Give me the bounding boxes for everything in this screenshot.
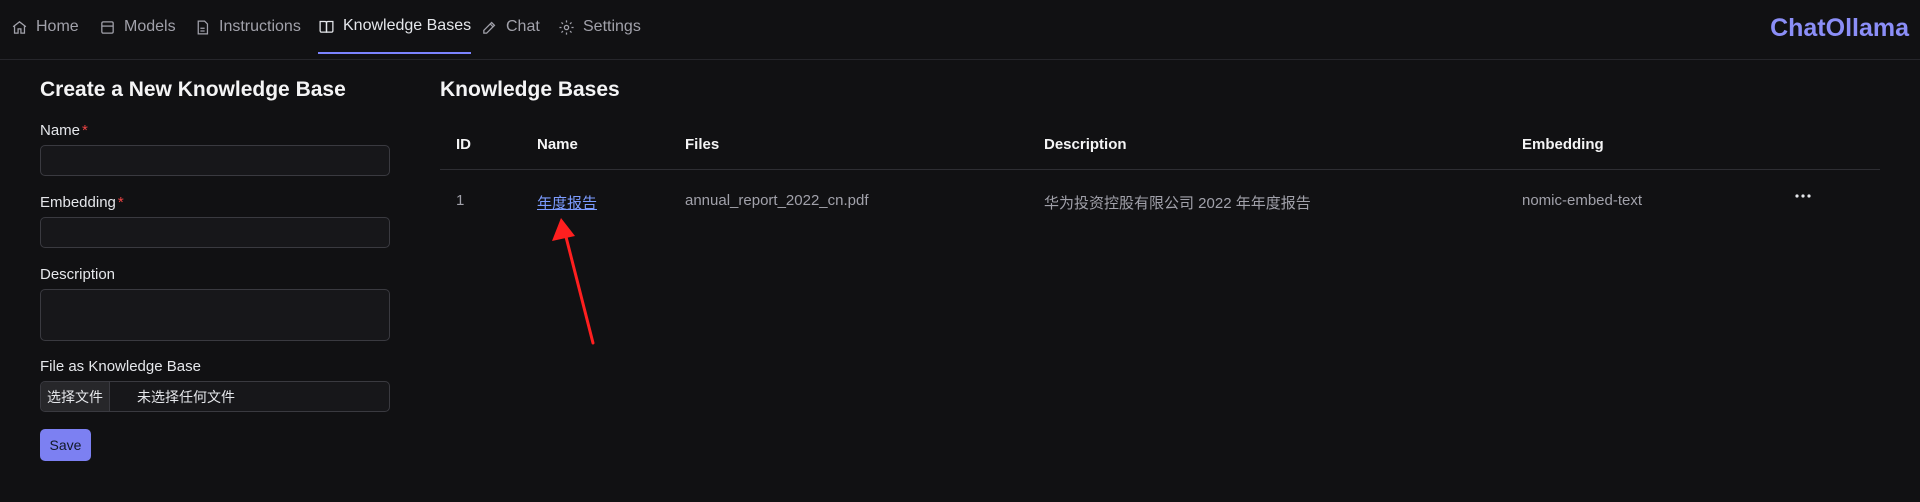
description-label: Description — [40, 266, 116, 283]
nav-knowledge-bases-label: Knowledge Bases — [343, 17, 472, 34]
more-horizontal-icon — [1795, 194, 1811, 198]
column-header-embedding: Embedding — [1522, 136, 1604, 153]
nav-chat-label: Chat — [506, 18, 540, 35]
embedding-label: Embedding * — [40, 194, 124, 211]
table-title: Knowledge Bases — [440, 78, 620, 101]
column-header-files: Files — [685, 136, 720, 153]
row-id: 1 — [456, 192, 465, 209]
nav-home[interactable]: Home — [11, 0, 79, 54]
gear-icon — [559, 19, 574, 35]
file-status-text: 未选择任何文件 — [137, 388, 235, 405]
row-files: annual_report_2022_cn.pdf — [685, 192, 869, 209]
app-logo[interactable]: ChatOllama — [1770, 14, 1909, 43]
column-header-description: Description — [1044, 136, 1127, 153]
choose-file-button[interactable]: 选择文件 — [41, 382, 110, 411]
nav-models-label: Models — [124, 18, 176, 35]
annotation-arrow — [552, 218, 595, 345]
required-marker: * — [82, 122, 88, 139]
edit-icon — [483, 21, 496, 34]
file-label: File as Knowledge Base — [40, 358, 201, 375]
embedding-label-text: Embedding — [40, 194, 116, 211]
home-icon — [12, 20, 27, 34]
top-navigation: Home Models Instructions Knowledge Bases… — [0, 0, 1920, 60]
nav-instructions-label: Instructions — [219, 18, 301, 35]
file-input[interactable]: 选择文件 未选择任何文件 — [40, 381, 390, 412]
description-textarea[interactable] — [40, 289, 390, 341]
column-header-id: ID — [456, 136, 471, 153]
nav-chat[interactable]: Chat — [481, 0, 540, 54]
table-header-divider — [440, 169, 1880, 170]
column-header-name: Name — [537, 136, 578, 153]
embedding-select[interactable] — [40, 217, 390, 248]
nav-home-label: Home — [36, 18, 79, 35]
nav-instructions[interactable]: Instructions — [194, 0, 301, 54]
knowledge-base-name-link[interactable]: 年度报告 — [537, 192, 597, 213]
nav-models[interactable]: Models — [99, 0, 176, 54]
required-marker: * — [117, 194, 124, 211]
nav-settings-label: Settings — [583, 18, 641, 35]
name-input[interactable] — [40, 145, 390, 176]
nav-knowledge-bases[interactable]: Knowledge Bases — [318, 0, 472, 54]
row-embedding: nomic-embed-text — [1522, 192, 1643, 209]
book-icon — [319, 20, 334, 33]
name-label-text: Name — [40, 122, 81, 139]
nav-settings[interactable]: Settings — [558, 0, 641, 54]
name-label: Name * — [40, 122, 88, 139]
row-description: 华为投资控股有限公司 2022 年年度报告 — [1044, 195, 1311, 212]
form-title: Create a New Knowledge Base — [40, 78, 346, 101]
document-icon — [197, 19, 209, 35]
models-icon — [101, 20, 114, 34]
knowledge-bases-table: Knowledge Bases ID Name Files Descriptio… — [440, 78, 1880, 212]
save-button[interactable]: Save — [40, 429, 91, 461]
create-knowledge-base-form: Create a New Knowledge Base Name * Embedd… — [40, 78, 392, 461]
row-actions-button[interactable] — [1792, 186, 1814, 206]
